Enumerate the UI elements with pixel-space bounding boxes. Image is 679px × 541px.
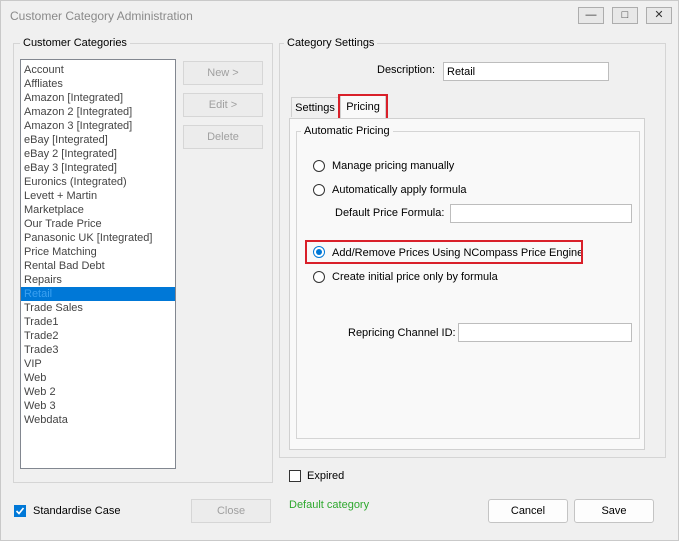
category-settings-label: Category Settings [284, 37, 378, 49]
list-item[interactable]: Our Trade Price [21, 217, 175, 231]
window-title: Customer Category Administration [10, 9, 193, 23]
cancel-button[interactable]: Cancel [488, 499, 568, 523]
list-item[interactable]: Euronics (Integrated) [21, 175, 175, 189]
list-item[interactable]: Rental Bad Debt [21, 259, 175, 273]
status-text: Default category [289, 499, 370, 511]
new-button[interactable]: New > [183, 61, 263, 85]
expired-checkbox[interactable] [289, 470, 301, 482]
categories-listbox[interactable]: Account Affliates Amazon [Integrated] Amazo… [20, 59, 176, 469]
pricing-tab-highlight [338, 94, 388, 120]
repricing-channel-field[interactable] [458, 323, 632, 342]
list-item[interactable]: Account [21, 63, 175, 77]
list-item[interactable]: Web 3 [21, 399, 175, 413]
title-bar[interactable]: Customer Category Administration — □ ✕ [1, 1, 678, 31]
list-item[interactable]: eBay 3 [Integrated] [21, 161, 175, 175]
list-item[interactable]: Marketplace [21, 203, 175, 217]
manage-manually-label: Manage pricing manually [332, 160, 455, 172]
customer-categories-label: Customer Categories [20, 37, 130, 49]
list-item[interactable]: Trade3 [21, 343, 175, 357]
list-item[interactable]: Trade2 [21, 329, 175, 343]
radio-apply-formula[interactable] [313, 184, 325, 196]
maximize-button[interactable]: □ [612, 7, 638, 24]
list-item[interactable]: Webdata [21, 413, 175, 427]
close-window-button[interactable]: ✕ [646, 7, 672, 24]
delete-button[interactable]: Delete [183, 125, 263, 149]
maximize-icon: □ [621, 9, 629, 21]
list-item[interactable]: Repairs [21, 273, 175, 287]
list-item[interactable]: Amazon 3 [Integrated] [21, 119, 175, 133]
repricing-channel-label: Repricing Channel ID: [348, 327, 456, 339]
default-formula-field[interactable] [450, 204, 632, 223]
minimize-button[interactable]: — [578, 7, 604, 24]
list-item[interactable]: eBay [Integrated] [21, 133, 175, 147]
expired-label: Expired [307, 470, 345, 482]
categories-list: Account Affliates Amazon [Integrated] Amazo… [21, 60, 175, 427]
close-button[interactable]: Close [191, 499, 271, 523]
default-formula-label: Default Price Formula: [335, 207, 445, 219]
radio-initial-price[interactable] [313, 271, 325, 283]
minimize-icon: — [585, 9, 597, 21]
radio-manage-manually[interactable] [313, 160, 325, 172]
close-icon: ✕ [654, 9, 664, 21]
list-item[interactable]: Panasonic UK [Integrated] [21, 231, 175, 245]
initial-price-label: Create initial price only by formula [332, 271, 498, 283]
list-item[interactable]: Retail [21, 287, 175, 301]
list-item[interactable]: Amazon 2 [Integrated] [21, 105, 175, 119]
list-item[interactable]: Levett + Martin [21, 189, 175, 203]
list-item[interactable]: Affliates [21, 77, 175, 91]
automatic-pricing-group [296, 131, 640, 439]
description-field[interactable] [443, 62, 609, 81]
list-item[interactable]: Amazon [Integrated] [21, 91, 175, 105]
check-icon [15, 507, 25, 515]
price-engine-highlight [305, 240, 583, 264]
apply-formula-label: Automatically apply formula [332, 184, 467, 196]
category-admin-window: Customer Category Administration — □ ✕ C… [0, 0, 679, 541]
standardise-case-checkbox[interactable] [14, 505, 26, 517]
save-button[interactable]: Save [574, 499, 654, 523]
automatic-pricing-label: Automatic Pricing [301, 125, 393, 137]
tab-settings[interactable]: Settings [291, 97, 339, 117]
list-item[interactable]: Trade Sales [21, 301, 175, 315]
list-item[interactable]: Price Matching [21, 245, 175, 259]
list-item[interactable]: Trade1 [21, 315, 175, 329]
edit-button[interactable]: Edit > [183, 93, 263, 117]
list-item[interactable]: eBay 2 [Integrated] [21, 147, 175, 161]
list-item[interactable]: Web 2 [21, 385, 175, 399]
description-label: Description: [377, 64, 436, 76]
list-item[interactable]: Web [21, 371, 175, 385]
standardise-case-label: Standardise Case [33, 505, 121, 517]
list-item[interactable]: VIP [21, 357, 175, 371]
